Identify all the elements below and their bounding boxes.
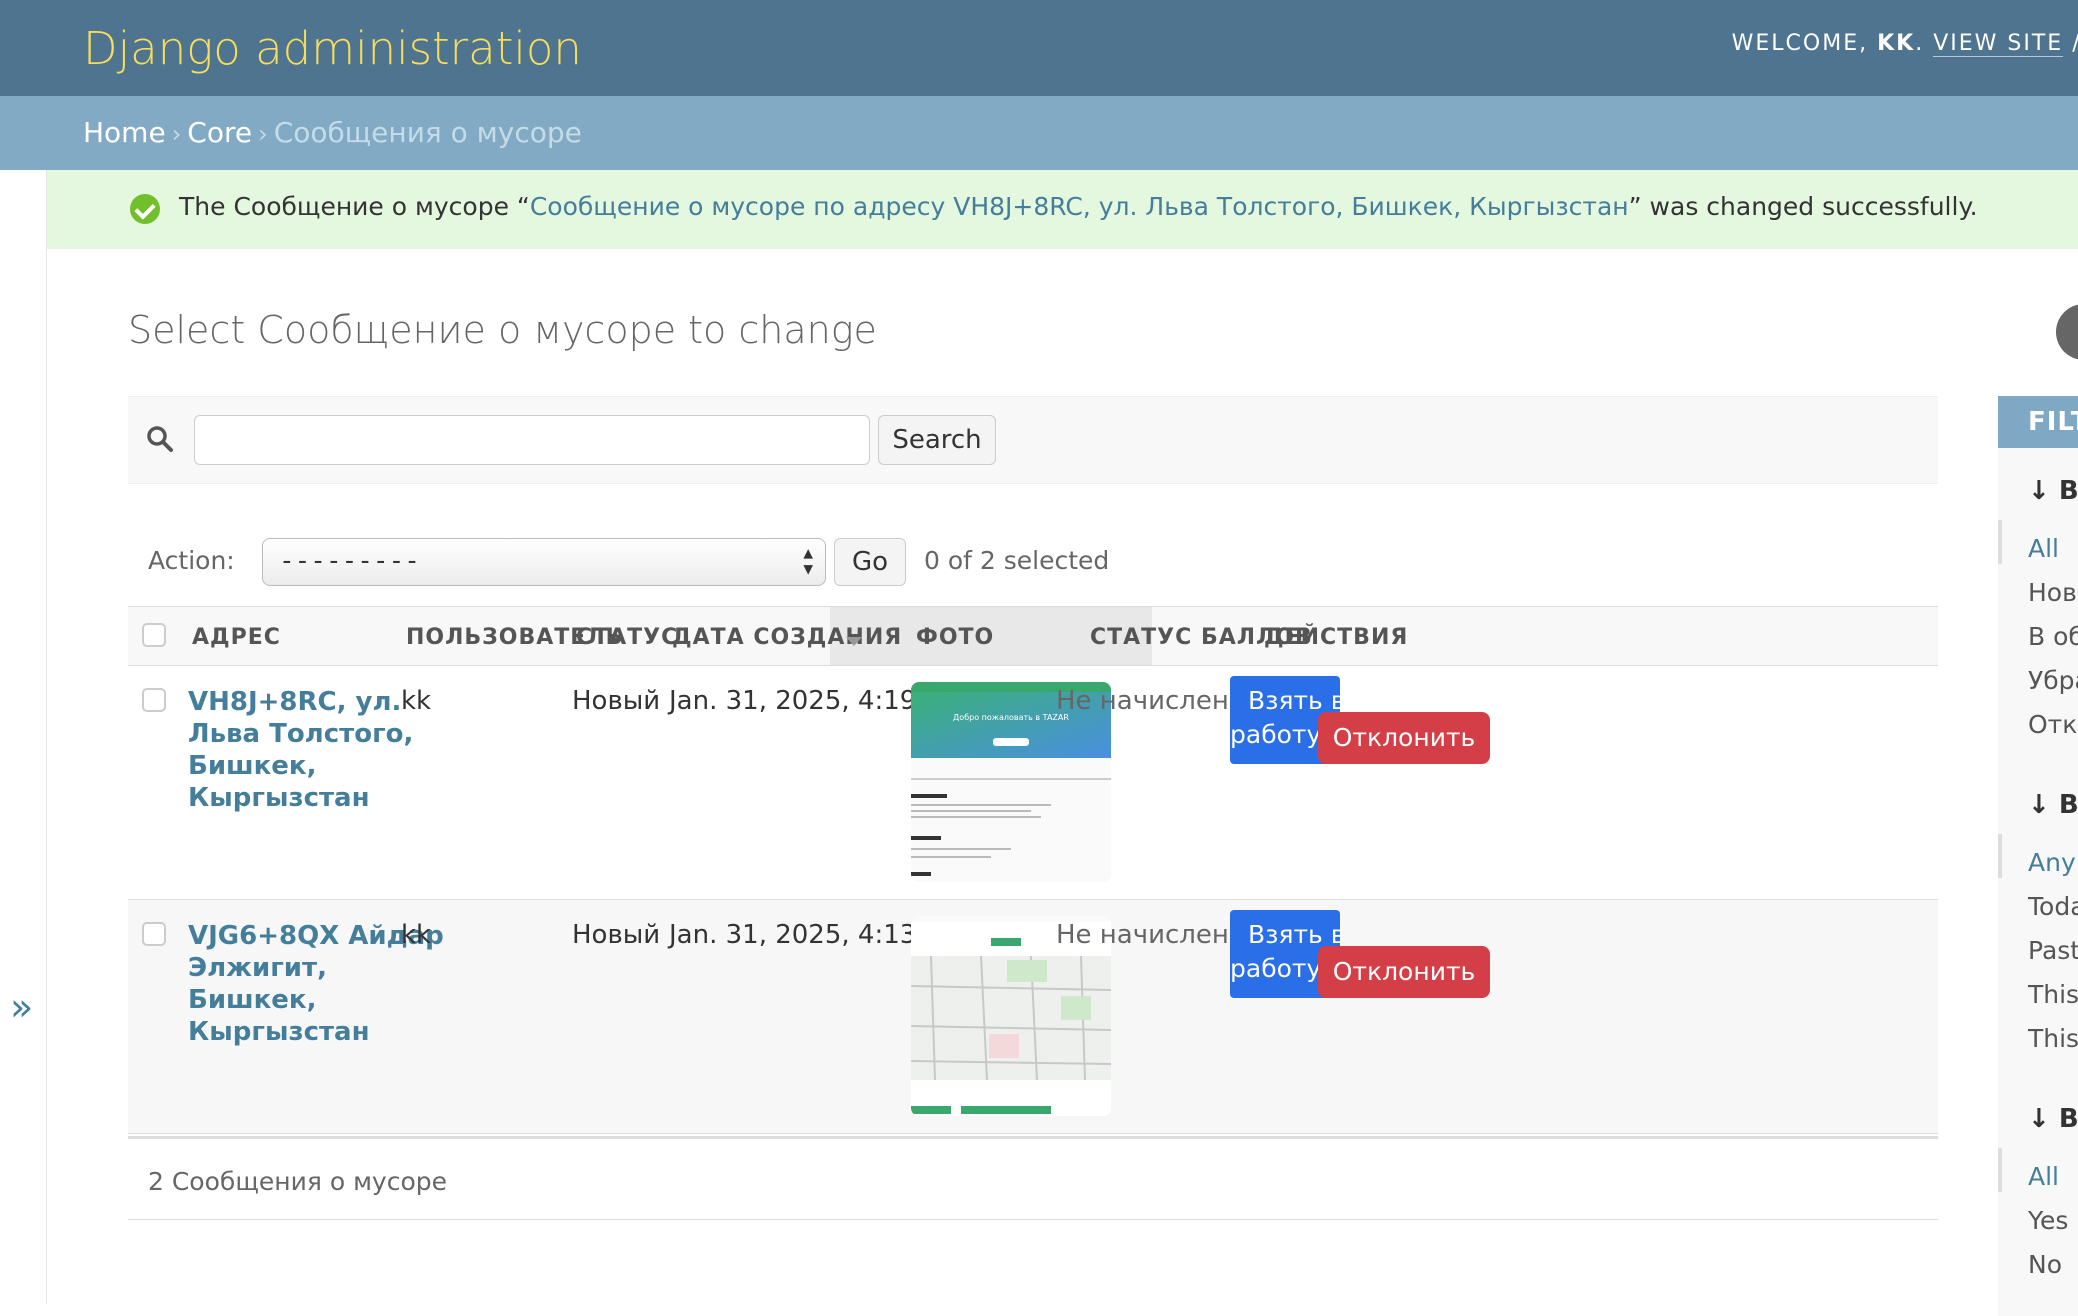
success-check-icon <box>130 194 160 224</box>
filter-title: FILT <box>1998 396 2078 448</box>
breadcrumb-current: Сообщения о мусоре <box>273 116 582 149</box>
paginator: 2 Сообщения о мусоре <box>128 1136 1938 1220</box>
action-label: Action: <box>148 546 235 575</box>
username: KK <box>1877 31 1916 56</box>
filter-selected-marker <box>1998 1148 2002 1192</box>
column-photo: ФОТО <box>916 625 995 650</box>
breadcrumb-separator: › <box>171 120 182 148</box>
breadcrumb-separator: › <box>258 120 268 148</box>
select-arrows-icon: ▲ ▼ <box>803 543 813 578</box>
column-address[interactable]: АДРЕС <box>192 625 281 650</box>
row-points-status: Не начислено <box>1056 920 1245 950</box>
filter-option[interactable]: Откл <box>2028 710 2078 739</box>
column-created-date[interactable]: ДАТА СОЗДАНИЯ <box>672 625 902 650</box>
nav-sidebar-strip: » <box>0 170 47 1304</box>
welcome-text: WELCOME, <box>1731 31 1869 56</box>
site-branding[interactable]: Django administration <box>83 22 582 75</box>
success-message: The Сообщение о мусоре “Сообщение о мусо… <box>47 170 2078 249</box>
actions-bar: Action: --------- ▲ ▼ Go 0 of 2 selected <box>128 532 1938 592</box>
row-points-status: Не начислено <box>1056 686 1245 716</box>
filter-selected-marker <box>1998 834 2002 878</box>
search-toolbar: Search <box>128 396 1938 484</box>
filter-option[interactable]: Убра <box>2028 666 2078 695</box>
table-row: VJG6+8QX Айдар Элжигит, Бишкек, Кыргызст… <box>128 900 1938 1134</box>
filter-option[interactable]: All <box>2028 1162 2059 1191</box>
filter-panel: FILT ↓ B All Нов В об Убра Откл ↓ B Any … <box>1998 396 2078 1316</box>
filter-option[interactable]: Нов <box>2028 578 2077 607</box>
row-checkbox[interactable] <box>142 922 166 946</box>
thumb-banner-text: Добро пожаловать в TAZAR <box>953 713 1069 722</box>
filter-option[interactable]: Toda <box>2028 892 2078 921</box>
reject-button[interactable]: Отклонить <box>1318 946 1490 998</box>
action-select-value: --------- <box>279 546 420 576</box>
column-actions: ДЕЙСТВИЯ <box>1264 625 1409 650</box>
breadcrumb-home[interactable]: Home <box>83 116 166 149</box>
user-tools-separator: / <box>2072 31 2078 56</box>
action-select[interactable]: --------- ▲ ▼ <box>262 538 826 586</box>
filter-group-heading[interactable]: ↓ B <box>2028 790 2078 820</box>
filter-option[interactable]: This <box>2028 980 2078 1009</box>
message-suffix: ” was changed successfully. <box>1628 192 1978 221</box>
breadcrumb-app[interactable]: Core <box>187 116 252 149</box>
filter-group-heading[interactable]: ↓ B <box>2028 1104 2078 1134</box>
result-count: 2 Сообщения о мусоре <box>148 1167 448 1196</box>
filter-option[interactable]: Yes <box>2028 1206 2068 1235</box>
go-button[interactable]: Go <box>834 538 906 586</box>
filter-option[interactable]: This <box>2028 1024 2078 1053</box>
filter-option[interactable]: No <box>2028 1250 2062 1279</box>
filter-option[interactable]: All <box>2028 534 2059 563</box>
toggle-nav-sidebar-icon[interactable]: » <box>10 985 33 1029</box>
filter-selected-marker <box>1998 520 2002 564</box>
message-prefix: The Сообщение о мусоре “ <box>179 192 530 221</box>
search-icon <box>147 426 173 452</box>
user-tools: WELCOME, KK. VIEW SITE / C <box>1731 31 2078 57</box>
filter-option[interactable]: Past <box>2028 936 2078 965</box>
select-all-checkbox[interactable] <box>142 623 166 647</box>
breadcrumb: Home › Core › Сообщения о мусоре <box>0 96 2078 170</box>
message-object-link[interactable]: Сообщение о мусоре по адресу VH8J+8RC, у… <box>530 192 1629 221</box>
column-status[interactable]: СТАТУС <box>576 625 678 650</box>
row-user: kk <box>401 920 432 950</box>
selected-counter: 0 of 2 selected <box>924 546 1110 575</box>
row-checkbox[interactable] <box>142 688 166 712</box>
view-site-link[interactable]: VIEW SITE <box>1933 31 2064 57</box>
row-status: Новый <box>572 920 661 950</box>
filter-option[interactable]: Any <box>2028 848 2076 877</box>
row-status: Новый <box>572 686 661 716</box>
sort-desc-icon[interactable] <box>846 637 862 646</box>
filter-option[interactable]: В об <box>2028 622 2078 651</box>
page-title: Select Сообщение о мусоре to change <box>128 308 877 352</box>
search-input[interactable] <box>194 415 870 465</box>
reject-button[interactable]: Отклонить <box>1318 712 1490 764</box>
filter-group-heading[interactable]: ↓ B <box>2028 476 2078 506</box>
row-user: kk <box>401 686 432 716</box>
add-button-partial[interactable] <box>2056 304 2078 360</box>
message-text: The Сообщение о мусоре “Сообщение о мусо… <box>179 192 1978 221</box>
search-button[interactable]: Search <box>878 415 996 465</box>
table-row: VH8J+8RC, ул. Льва Толстого, Бишкек, Кыр… <box>128 666 1938 900</box>
table-header: АДРЕС ПОЛЬЗОВАТЕЛЬ СТАТУС ДАТА СОЗДАНИЯ … <box>128 606 1938 666</box>
header: Django administration WELCOME, KK. VIEW … <box>0 0 2078 96</box>
